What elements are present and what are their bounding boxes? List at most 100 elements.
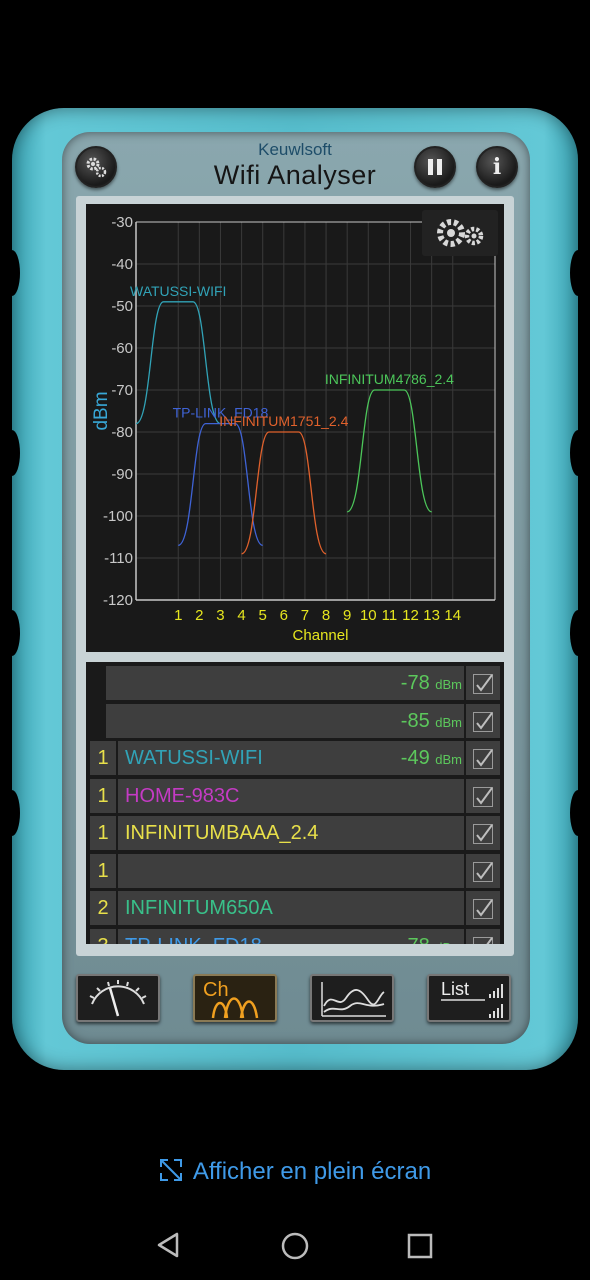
frame-notch — [4, 610, 20, 656]
channel-chart: -30-40-50-60-70-80-90-100-110-1201 2 3 4 5 6 7… — [91, 214, 496, 644]
gear-icon — [86, 157, 107, 178]
network-visibility-checkbox[interactable] — [466, 703, 500, 738]
network-signal: -85 dBm — [401, 704, 462, 740]
channel-view-button[interactable]: Ch — [193, 974, 277, 1022]
x-tick-label: 9 — [343, 607, 351, 624]
pause-icon — [428, 159, 442, 175]
frame-notch — [4, 430, 20, 476]
signal-meter-icon — [89, 980, 147, 1017]
network-signal: -78 dBm — [401, 929, 462, 945]
checkmark-icon — [476, 861, 493, 880]
network-channel: 1 — [90, 778, 116, 813]
y-tick-label: -80 — [111, 424, 133, 441]
network-row[interactable]: 2 INFINITUM650A — [86, 891, 504, 925]
network-row[interactable]: 3TP-LINK_FD18-78 dBm — [86, 928, 504, 945]
network-signal: -78 dBm — [401, 666, 462, 702]
signal-history-icon — [321, 982, 386, 1017]
network-name: INFINITUM650A — [118, 891, 464, 925]
signal-value: -49 — [400, 747, 436, 769]
network-visibility-checkbox[interactable] — [466, 928, 500, 944]
series-label: INFINITUM1751_2.4 — [219, 413, 348, 429]
fullscreen-link[interactable]: Afficher en plein écran — [0, 1158, 590, 1186]
network-name — [118, 853, 464, 888]
x-tick-label: 3 — [216, 607, 224, 624]
signal-unit: dBm — [435, 714, 462, 730]
pause-button[interactable] — [414, 146, 456, 188]
settings-button[interactable] — [75, 146, 117, 188]
network-row[interactable]: 1 INFINITUMBAAA_2.4 — [86, 816, 504, 850]
graph-settings-button[interactable] — [422, 210, 498, 256]
network-row[interactable]: -78 dBm — [86, 666, 504, 700]
network-row[interactable]: 1 WATUSSI-WIFI -49 dBm — [86, 741, 504, 775]
network-list[interactable]: -78 dBm -85 dBm 1 WATUSSI-WIFI -49 dBm 1 HOME-… — [86, 662, 504, 944]
y-tick-label: -120 — [103, 592, 133, 609]
recents-icon[interactable] — [406, 1232, 434, 1260]
network-row[interactable]: 1 HOME-983C — [86, 778, 504, 813]
x-tick-label: 7 — [301, 607, 309, 624]
info-button[interactable]: i — [476, 146, 518, 188]
x-tick-label: 14 — [444, 607, 461, 624]
network-visibility-checkbox[interactable] — [466, 816, 500, 850]
fullscreen-label: Afficher en plein écran — [192, 1158, 432, 1185]
series-label: WATUSSI-WIFI — [130, 283, 226, 299]
y-tick-label: -40 — [111, 256, 133, 273]
list-bars-icon — [441, 984, 503, 1018]
y-tick-label: -70 — [111, 382, 133, 399]
channel-graph-icon — [211, 997, 259, 1019]
frame-notch — [570, 250, 586, 296]
brand-product: Wifi Analyser — [213, 160, 377, 190]
frame-notch — [570, 610, 586, 656]
checkmark-icon — [476, 711, 493, 730]
x-tick-label: 8 — [322, 607, 330, 624]
x-tick-label: 13 — [423, 607, 440, 624]
network-channel: 1 — [90, 741, 116, 775]
brand-maker: Keuwlsoft — [258, 140, 332, 159]
checkmark-icon — [476, 899, 493, 917]
back-icon[interactable] — [155, 1231, 183, 1259]
frame-notch — [4, 790, 20, 836]
frame-notch — [570, 790, 586, 836]
network-channel: 1 — [90, 853, 116, 888]
checkmark-icon — [485, 936, 493, 944]
gear-icon — [437, 219, 484, 247]
series-label: INFINITUM4786_2.4 — [325, 371, 454, 387]
list-view-button[interactable]: List — [427, 974, 511, 1022]
signal-unit: dBm — [435, 940, 462, 945]
network-visibility-checkbox[interactable] — [466, 778, 500, 813]
checkmark-icon — [476, 824, 493, 842]
network-channel: 3 — [90, 928, 116, 944]
network-signal: -49 dBm — [401, 741, 462, 777]
info-icon: i — [492, 154, 502, 180]
y-axis-label: dBm — [91, 391, 112, 430]
x-tick-label: 5 — [259, 607, 267, 624]
home-icon[interactable] — [280, 1231, 310, 1261]
network-row[interactable]: 1 — [86, 853, 504, 888]
x-axis-label: Channel — [293, 627, 349, 644]
network-visibility-checkbox[interactable] — [466, 853, 500, 888]
y-tick-label: -50 — [111, 298, 133, 315]
network-visibility-checkbox[interactable] — [466, 741, 500, 775]
frame-notch — [4, 250, 20, 296]
network-row[interactable]: -85 dBm — [86, 703, 504, 740]
signal-unit: dBm — [435, 752, 462, 767]
network-visibility-checkbox[interactable] — [466, 891, 500, 925]
frame-notch — [570, 430, 586, 476]
signal-value: -78 — [400, 672, 436, 694]
system-nav-bar — [0, 1215, 590, 1275]
x-tick-label: 11 — [382, 607, 398, 624]
x-tick-label: 12 — [402, 607, 419, 624]
x-tick-label: 10 — [360, 607, 377, 624]
app-brand: Keuwlsoft Wifi Analyser — [205, 140, 385, 190]
network-channel: 2 — [90, 891, 116, 925]
y-tick-label: -30 — [111, 214, 133, 231]
x-tick-label: 2 — [195, 607, 203, 624]
channel-graph[interactable]: -30 -40 -50 -60 -70 -80 -90 -100 -110 -120 1 2 3 4 5 6 7… — [86, 204, 504, 652]
signal-value: -85 — [400, 709, 436, 732]
meter-view-button[interactable] — [76, 974, 160, 1022]
x-tick-label: 1 — [174, 607, 182, 624]
signal-value: -78 — [401, 935, 435, 945]
checkmark-icon — [476, 786, 493, 805]
network-visibility-checkbox[interactable] — [466, 666, 500, 700]
history-view-button[interactable] — [310, 974, 394, 1022]
network-name: INFINITUMBAAA_2.4 — [118, 816, 464, 850]
